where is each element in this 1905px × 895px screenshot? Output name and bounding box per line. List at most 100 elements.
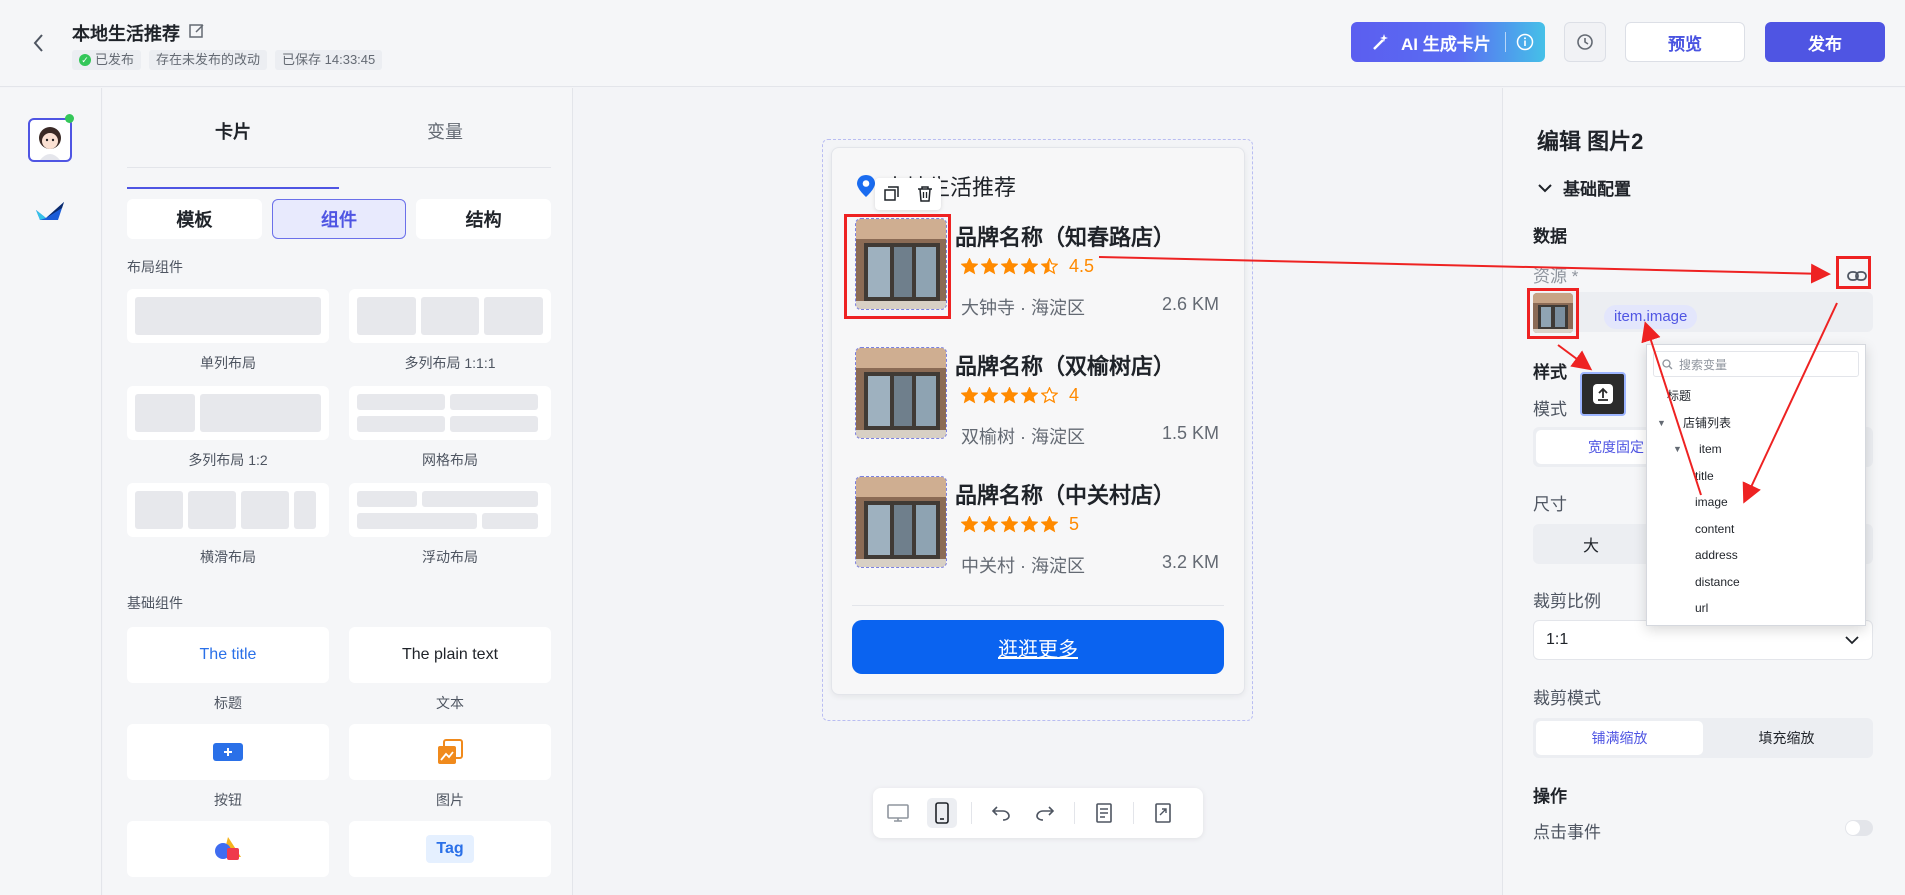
desktop-view-button[interactable] xyxy=(883,798,913,828)
json-button[interactable] xyxy=(1089,798,1119,828)
crop-mode-fit[interactable]: 填充缩放 xyxy=(1703,721,1870,755)
caret-down-icon[interactable]: ▼ xyxy=(1657,410,1666,437)
mobile-view-button[interactable] xyxy=(927,798,957,828)
rating-value: 5 xyxy=(1069,514,1080,534)
history-button[interactable] xyxy=(1564,22,1606,62)
crop-mode-label: 裁剪模式 xyxy=(1533,689,1601,708)
annotation-box-image xyxy=(844,214,951,319)
layout-horizontal-scroll[interactable]: 横滑布局 xyxy=(127,483,329,580)
redo-icon xyxy=(1036,806,1055,821)
variable-item[interactable]: address xyxy=(1647,542,1865,569)
star-icon xyxy=(1041,516,1058,533)
shop-item[interactable]: 品牌名称（双榆树店） 4 双榆树 · 海淀区 1.5 KM xyxy=(855,347,1219,447)
click-event-toggle[interactable] xyxy=(1845,820,1873,836)
shop-address: 双榆树 · 海淀区 xyxy=(961,427,1085,447)
component-image[interactable]: 图片 xyxy=(349,724,551,821)
variable-item[interactable]: image xyxy=(1647,489,1865,516)
variable-item[interactable]: ▼ 店铺列表 xyxy=(1647,410,1865,437)
duplicate-icon[interactable] xyxy=(883,185,901,203)
export-button[interactable] xyxy=(1148,798,1178,828)
segment-structure[interactable]: 结构 xyxy=(416,199,552,239)
basic-config-section[interactable]: 基础配置 xyxy=(1537,175,1631,200)
shop-image[interactable] xyxy=(855,347,947,439)
edit-title-icon[interactable] xyxy=(188,22,206,40)
shapes-icon xyxy=(215,837,241,860)
variable-item[interactable]: ▼ item xyxy=(1647,436,1865,463)
bound-variable-chip[interactable]: item.image xyxy=(1604,305,1698,329)
bot-avatar[interactable] xyxy=(28,118,72,162)
published-badge: ✓ 已发布 xyxy=(72,50,142,70)
source-label: 资源 * xyxy=(1533,267,1579,286)
online-status-dot xyxy=(65,114,74,123)
search-icon xyxy=(1662,358,1673,369)
base-components: The title 标题 The plain text 文本 按钮 图片 Tag xyxy=(127,627,551,895)
layout-three-column[interactable]: 多列布局 1:1:1 xyxy=(349,289,551,386)
size-large[interactable]: 大 xyxy=(1536,527,1646,561)
component-shapes[interactable] xyxy=(127,821,329,895)
avatar-girl-icon xyxy=(39,127,61,160)
segment-template[interactable]: 模板 xyxy=(127,199,262,239)
info-icon[interactable] xyxy=(1516,33,1534,51)
page-title: 本地生活推荐 xyxy=(72,24,180,44)
component-tag[interactable]: Tag xyxy=(349,821,551,895)
layout-grid[interactable]: 网格布局 xyxy=(349,386,551,483)
tab-variables[interactable]: 变量 xyxy=(339,118,551,167)
variable-dropdown: 搜索变量 标题 ▼ 店铺列表 ▼ item title image content addres… xyxy=(1646,344,1866,626)
component-button[interactable]: 按钮 xyxy=(127,724,329,821)
location-pin-icon xyxy=(857,175,875,197)
panel-tabs: 卡片 变量 xyxy=(127,118,551,189)
rating-value: 4 xyxy=(1069,385,1080,405)
button-icon xyxy=(213,743,243,761)
layout-two-column-1-2[interactable]: 多列布局 1:2 xyxy=(127,386,329,483)
caret-down-icon[interactable]: ▼ xyxy=(1673,436,1682,463)
crop-ratio-select[interactable]: 1:1 xyxy=(1533,620,1873,660)
component-segment: 模板 组件 结构 xyxy=(127,199,552,239)
layout-floating[interactable]: 浮动布局 xyxy=(349,483,551,580)
publish-button[interactable]: 发布 xyxy=(1765,22,1885,62)
base-group-label: 基础组件 xyxy=(127,595,183,611)
shop-distance: 1.5 KM xyxy=(1161,423,1219,443)
layout-single-column[interactable]: 单列布局 xyxy=(127,289,329,386)
top-header: 本地生活推荐 ✓ 已发布 存在未发布的改动 已保存 14:33:45 AI 生成卡… xyxy=(0,0,1905,87)
left-rail xyxy=(0,88,102,895)
source-value-row[interactable] xyxy=(1533,292,1873,332)
upload-image-button[interactable] xyxy=(1580,372,1626,416)
mobile-icon xyxy=(935,802,949,824)
annotation-box-link xyxy=(1836,256,1871,289)
variable-item[interactable]: distance xyxy=(1647,569,1865,596)
chevron-down-icon xyxy=(1845,636,1859,645)
variable-item[interactable]: title xyxy=(1647,463,1865,490)
component-title[interactable]: The title 标题 xyxy=(127,627,329,724)
size-label: 尺寸 xyxy=(1533,495,1567,514)
shop-item[interactable]: 品牌名称（中关村店） 5 中关村 · 海淀区 3.2 KM xyxy=(855,476,1219,576)
redo-button[interactable] xyxy=(1030,798,1060,828)
segment-components[interactable]: 组件 xyxy=(271,199,407,239)
crop-mode-fill[interactable]: 铺满缩放 xyxy=(1536,721,1703,755)
variable-item[interactable]: 标题 xyxy=(1647,383,1865,410)
ai-generate-card-button[interactable]: AI 生成卡片 xyxy=(1351,22,1545,62)
tab-card[interactable]: 卡片 xyxy=(127,118,339,189)
star-icon xyxy=(1001,516,1018,533)
undo-button[interactable] xyxy=(986,798,1016,828)
back-arrow-icon[interactable] xyxy=(28,30,50,56)
delete-icon[interactable] xyxy=(916,185,934,203)
action-label: 操作 xyxy=(1533,787,1567,806)
preview-button[interactable]: 预览 xyxy=(1625,22,1745,62)
variable-item[interactable]: url xyxy=(1647,595,1865,622)
star-icon xyxy=(1041,387,1058,404)
explore-more-button[interactable]: 逛逛更多 xyxy=(852,620,1224,674)
file-export-icon xyxy=(1155,803,1171,823)
component-text[interactable]: The plain text 文本 xyxy=(349,627,551,724)
undo-icon xyxy=(991,806,1010,821)
star-icon xyxy=(981,387,998,404)
shop-distance: 3.2 KM xyxy=(1161,552,1219,572)
variable-item[interactable]: content xyxy=(1647,516,1865,543)
shop-name: 品牌名称（知春路店） xyxy=(955,225,1176,250)
star-icon xyxy=(1001,258,1018,275)
component-panel: 卡片 变量 模板 组件 结构 布局组件 单列布局 多列布局 1:1:1 多列布局… xyxy=(103,88,573,895)
app-logo-icon[interactable] xyxy=(32,192,68,228)
variable-search-input[interactable]: 搜索变量 xyxy=(1653,351,1859,377)
storefront-image-icon xyxy=(856,348,946,438)
shop-image[interactable] xyxy=(855,476,947,568)
chevron-down-icon xyxy=(1538,183,1552,192)
